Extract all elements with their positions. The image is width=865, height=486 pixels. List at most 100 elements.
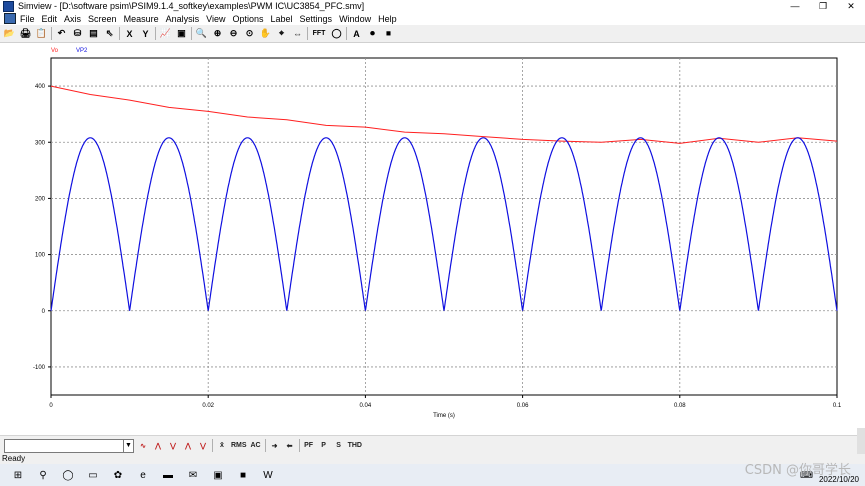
app2-icon[interactable]: ▣	[211, 468, 225, 482]
y-axis-icon[interactable]: Y	[139, 27, 152, 40]
legend-vo: Vo	[51, 48, 59, 54]
folder-icon[interactable]: ▬	[161, 468, 175, 482]
menu-bar: File Edit Axis Screen Measure Analysis V…	[0, 12, 865, 25]
copy-icon[interactable]: 📋	[35, 27, 48, 40]
pf-icon[interactable]: PF	[303, 439, 315, 452]
y-tick-label: 0	[42, 309, 46, 315]
y-tick-label: 300	[35, 140, 46, 146]
cursor-icon[interactable]: ⇔	[291, 27, 304, 40]
search-icon[interactable]: ⚲	[36, 468, 50, 482]
x-axis-label: Time (s)	[433, 413, 455, 419]
zoom-fit-icon[interactable]: ⊙	[243, 27, 256, 40]
menu-analysis[interactable]: Analysis	[166, 14, 200, 24]
x-tick-label: 0.1	[833, 403, 842, 409]
menu-screen[interactable]: Screen	[88, 14, 117, 24]
window-controls: — ❐ ✕	[781, 0, 865, 12]
zoom-in-icon[interactable]: ⊕	[211, 27, 224, 40]
y-tick-label: 200	[35, 196, 46, 202]
max-icon[interactable]: ⋀	[152, 439, 164, 452]
ac-icon[interactable]: AC	[250, 439, 262, 452]
menu-edit[interactable]: Edit	[42, 14, 58, 24]
zoom-out-icon[interactable]: ⊖	[227, 27, 240, 40]
plot-icon[interactable]: 📈	[159, 27, 172, 40]
menu-view[interactable]: View	[206, 14, 225, 24]
legend-vp2: VP2	[76, 48, 88, 54]
menu-settings[interactable]: Settings	[300, 14, 333, 24]
curve-select[interactable]: ▼	[4, 438, 134, 453]
cortana-icon[interactable]: ◯	[61, 468, 75, 482]
left-arrow-icon[interactable]: ⬅	[284, 439, 296, 452]
valley-icon[interactable]: ⋁	[197, 439, 209, 452]
toolbar: 📂 🖨 📋 ↶ ⛁ ▤ ⇖ X Y 📈 ▣ 🔍 ⊕ ⊖ ⊙ ✋ ⌖ ⇔ FFT ◯ A ⏺ ⏹	[0, 25, 865, 43]
toolbar-separator	[119, 27, 120, 40]
windows-start-icon[interactable]: ⊞	[11, 468, 25, 482]
measure-icon[interactable]: ⌖	[275, 27, 288, 40]
status-bar: Ready	[0, 454, 865, 464]
print-icon[interactable]: 🖨	[19, 27, 32, 40]
s-icon[interactable]: S	[333, 439, 345, 452]
toolbar-separator	[51, 27, 52, 40]
scrollbar[interactable]	[857, 428, 865, 454]
plot-area[interactable]: 0 0.02 0.04 0.06 0.08 0.1 400 300 200 100 0 -100 Tim…	[0, 43, 865, 435]
menu-help[interactable]: Help	[378, 14, 397, 24]
right-arrow-icon[interactable]: ➜	[269, 439, 281, 452]
y-tick-label: 100	[35, 253, 46, 259]
stop-icon[interactable]: ⏹	[382, 27, 395, 40]
hand-icon[interactable]: ✋	[259, 27, 272, 40]
app-icon[interactable]: ✿	[111, 468, 125, 482]
x-tick-label: 0.02	[202, 403, 214, 409]
wechat-icon[interactable]: ✉	[186, 468, 200, 482]
plot-frame	[50, 57, 838, 396]
x-tick-label: 0.08	[674, 403, 686, 409]
chevron-down-icon[interactable]: ▼	[123, 439, 133, 452]
screen-icon[interactable]: ▣	[175, 27, 188, 40]
menu-measure[interactable]: Measure	[124, 14, 159, 24]
document-icon[interactable]	[4, 13, 16, 24]
x-axis-icon[interactable]: X	[123, 27, 136, 40]
x-tick-label: 0	[49, 403, 53, 409]
fft-icon[interactable]: FFT	[311, 27, 327, 40]
status-text: Ready	[2, 454, 26, 463]
menu-axis[interactable]: Axis	[64, 14, 81, 24]
tile-icon[interactable]: ▤	[87, 27, 100, 40]
toolbar-separator	[264, 439, 266, 452]
data-icon[interactable]: ⛁	[71, 27, 84, 40]
edge-icon[interactable]: e	[136, 468, 150, 482]
menu-options[interactable]: Options	[232, 14, 263, 24]
close-button[interactable]: ✕	[837, 0, 865, 12]
x-tick-label: 0.06	[517, 403, 529, 409]
waveform-chart[interactable]: 0 0.02 0.04 0.06 0.08 0.1 400 300 200 100 0 -100 Tim…	[0, 43, 865, 435]
y-tick-label: 400	[35, 84, 46, 90]
circle-icon[interactable]: ◯	[330, 27, 343, 40]
windows-taskbar: ⊞ ⚲ ◯ ▭ ✿ e ▬ ✉ ▣ ■ W ⌨ 2022/10/20	[0, 464, 865, 486]
thd-icon[interactable]: THD	[348, 439, 362, 452]
task-view-icon[interactable]: ▭	[86, 468, 100, 482]
toolbar-separator	[298, 439, 300, 452]
toolbar-separator	[191, 27, 192, 40]
open-icon[interactable]: 📂	[3, 27, 16, 40]
menu-label[interactable]: Label	[271, 14, 293, 24]
record-icon[interactable]: ⏺	[366, 27, 379, 40]
simview-app-icon	[3, 0, 14, 12]
toolbar-separator	[307, 27, 308, 40]
menu-window[interactable]: Window	[339, 14, 371, 24]
watermark: CSDN @你哥学长	[744, 463, 851, 478]
p-icon[interactable]: P	[318, 439, 330, 452]
simview-icon[interactable]: ■	[236, 468, 250, 482]
word-icon[interactable]: W	[261, 468, 275, 482]
min-icon[interactable]: ⋁	[167, 439, 179, 452]
peak-icon[interactable]: ⋀	[182, 439, 194, 452]
rms-icon[interactable]: RMS	[231, 439, 247, 452]
label-icon[interactable]: A	[350, 27, 363, 40]
window-title: Simview - [D:\software psim\PSIM9.1.4_so…	[18, 1, 365, 11]
avg-icon[interactable]: x̄	[216, 439, 228, 452]
undo-icon[interactable]: ↶	[55, 27, 68, 40]
y-tick-label: -100	[33, 365, 46, 371]
x-tick-label: 0.04	[360, 403, 372, 409]
wave-icon[interactable]: ∿	[137, 439, 149, 452]
select-icon[interactable]: ⇖	[103, 27, 116, 40]
minimize-button[interactable]: —	[781, 0, 809, 12]
maximize-button[interactable]: ❐	[809, 0, 837, 12]
zoom-icon[interactable]: 🔍	[195, 27, 208, 40]
menu-file[interactable]: File	[20, 14, 35, 24]
